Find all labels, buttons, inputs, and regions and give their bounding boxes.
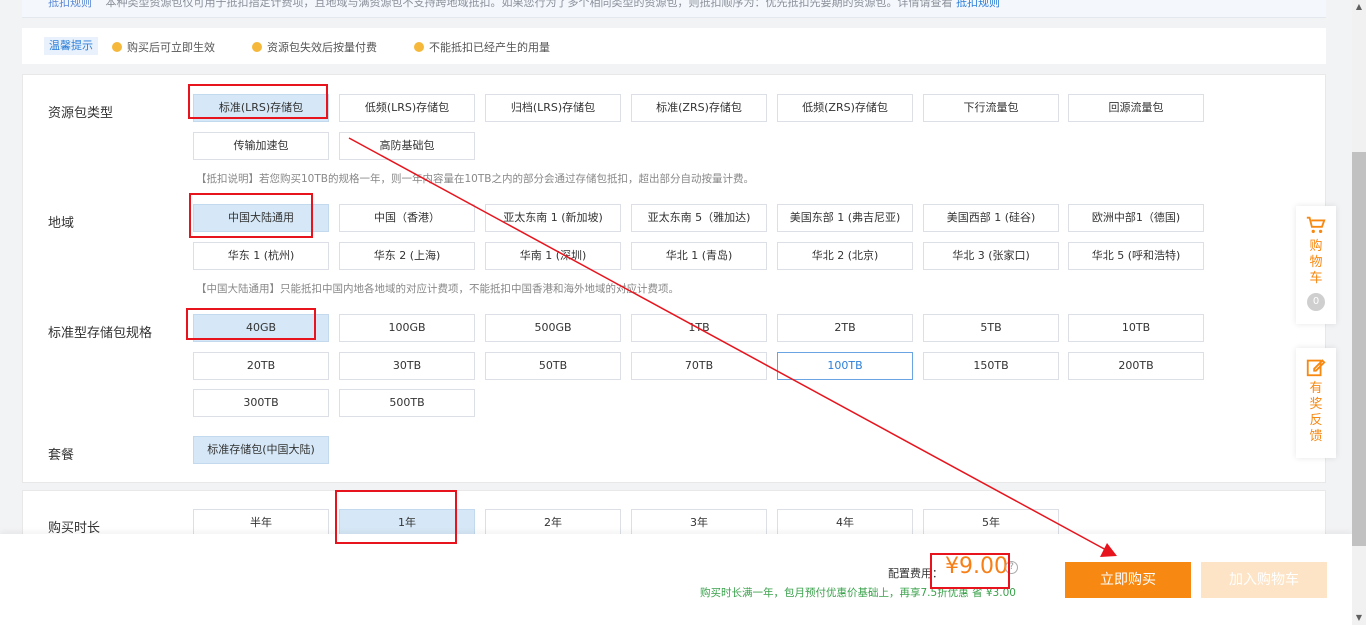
cart-icon (1306, 216, 1326, 234)
fee-label: 配置费用： (888, 567, 943, 580)
deduction-rule-tag: 抵扣规则 (48, 0, 92, 9)
plan-label: 套餐 (48, 448, 75, 463)
info-dot-icon (414, 42, 424, 52)
spec-option[interactable]: 30TB (339, 352, 475, 380)
duration-option[interactable]: 1年 (339, 509, 475, 537)
region-option[interactable]: 华北 1 (青岛) (631, 242, 767, 270)
pkg-type-option[interactable]: 传输加速包 (193, 132, 329, 160)
tips-bar: 温馨提示 购买后可立即生效 资源包失效后按量付费 不能抵扣已经产生的用量 (22, 28, 1326, 64)
order-footer: 配置费用： ¥9.00 ? 购买时长满一年，包月预付优惠价基础上，再享7.5折优… (0, 534, 1352, 625)
edit-icon (1306, 359, 1326, 377)
tip-item: 购买后可立即生效 (112, 39, 215, 55)
spec-option[interactable]: 70TB (631, 352, 767, 380)
region-note: 【中国大陆通用】只能抵扣中国内地各地域的对应计费项，不能抵扣中国香港和海外地域的… (196, 283, 679, 295)
duration-option[interactable]: 5年 (923, 509, 1059, 537)
plan-option[interactable]: 标准存储包(中国大陆) (193, 436, 329, 464)
spec-option[interactable]: 40GB (193, 314, 329, 342)
fee-price: ¥9.00 (945, 554, 1008, 579)
add-to-cart-button[interactable]: 加入购物车 (1201, 562, 1327, 598)
region-option[interactable]: 美国东部 1 (弗吉尼亚) (777, 204, 913, 232)
region-option[interactable]: 华东 2 (上海) (339, 242, 475, 270)
pkg-type-option[interactable]: 归档(LRS)存储包 (485, 94, 621, 122)
tip-item: 资源包失效后按量付费 (252, 39, 377, 55)
spec-label: 标准型存储包规格 (48, 326, 153, 341)
info-dot-icon (112, 42, 122, 52)
promo-text: 购买时长满一年，包月预付优惠价基础上，再享7.5折优惠 省 ¥3.00 (700, 587, 1016, 599)
region-label: 地域 (48, 216, 75, 231)
info-dot-icon (252, 42, 262, 52)
spec-option[interactable]: 50TB (485, 352, 621, 380)
spec-option[interactable]: 300TB (193, 389, 329, 417)
deduction-rule-link[interactable]: 抵扣规则 (956, 0, 1000, 9)
scrollbar-thumb[interactable] (1352, 152, 1366, 546)
cart-count-badge: 0 (1307, 293, 1325, 311)
floating-cart[interactable]: 购物车 0 (1296, 206, 1336, 324)
cart-label: 购物车 (1309, 239, 1323, 286)
tips-label: 温馨提示 (44, 37, 98, 55)
deduction-rule-bar: 抵扣规则 本种类型资源包仅可用于抵扣指定计费项，且地域与满资源包不支持跨地域抵扣… (22, 0, 1326, 18)
spec-option[interactable]: 150TB (923, 352, 1059, 380)
scroll-down-icon[interactable]: ▼ (1352, 611, 1366, 625)
feedback-label: 有奖反馈 (1309, 381, 1323, 444)
help-icon[interactable]: ? (1005, 561, 1018, 574)
region-option[interactable]: 亚太东南 5（雅加达) (631, 204, 767, 232)
spec-option[interactable]: 10TB (1068, 314, 1204, 342)
duration-option[interactable]: 4年 (777, 509, 913, 537)
spec-option[interactable]: 500GB (485, 314, 621, 342)
spec-option[interactable]: 100GB (339, 314, 475, 342)
pkg-type-label: 资源包类型 (48, 106, 114, 121)
pkg-type-option[interactable]: 标准(LRS)存储包 (193, 94, 329, 122)
region-option[interactable]: 华南 1 (深圳) (485, 242, 621, 270)
duration-option[interactable]: 3年 (631, 509, 767, 537)
pkg-type-option[interactable]: 低频(LRS)存储包 (339, 94, 475, 122)
duration-option[interactable]: 2年 (485, 509, 621, 537)
spec-option[interactable]: 1TB (631, 314, 767, 342)
spec-option[interactable]: 20TB (193, 352, 329, 380)
deduction-rule-text: 本种类型资源包仅可用于抵扣指定计费项，且地域与满资源包不支持跨地域抵扣。如果您行… (105, 0, 953, 9)
spec-option[interactable]: 200TB (1068, 352, 1204, 380)
scroll-up-icon[interactable]: ▲ (1352, 0, 1366, 14)
pkg-type-option[interactable]: 高防基础包 (339, 132, 475, 160)
spec-option[interactable]: 500TB (339, 389, 475, 417)
spec-option[interactable]: 100TB (777, 352, 913, 380)
tip-item: 不能抵扣已经产生的用量 (414, 39, 550, 55)
region-option[interactable]: 欧洲中部1（德国) (1068, 204, 1204, 232)
pkg-type-option[interactable]: 低频(ZRS)存储包 (777, 94, 913, 122)
spec-option[interactable]: 5TB (923, 314, 1059, 342)
buy-now-button[interactable]: 立即购买 (1065, 562, 1191, 598)
pkg-type-option[interactable]: 下行流量包 (923, 94, 1059, 122)
region-option[interactable]: 亚太东南 1 (新加坡) (485, 204, 621, 232)
region-option[interactable]: 中国大陆通用 (193, 204, 329, 232)
region-option[interactable]: 美国西部 1 (硅谷) (923, 204, 1059, 232)
spec-option[interactable]: 2TB (777, 314, 913, 342)
pkg-type-option[interactable]: 回源流量包 (1068, 94, 1204, 122)
deduction-note: 【抵扣说明】若您购买10TB的规格一年，则一年内容量在10TB之内的部分会通过存… (196, 173, 754, 185)
duration-option[interactable]: 半年 (193, 509, 329, 537)
region-option[interactable]: 华北 3 (张家口) (923, 242, 1059, 270)
region-option[interactable]: 华东 1 (杭州) (193, 242, 329, 270)
floating-feedback[interactable]: 有奖反馈 (1296, 348, 1336, 458)
region-option[interactable]: 华北 5 (呼和浩特) (1068, 242, 1204, 270)
pkg-type-option[interactable]: 标准(ZRS)存储包 (631, 94, 767, 122)
region-option[interactable]: 中国（香港） (339, 204, 475, 232)
region-option[interactable]: 华北 2 (北京) (777, 242, 913, 270)
